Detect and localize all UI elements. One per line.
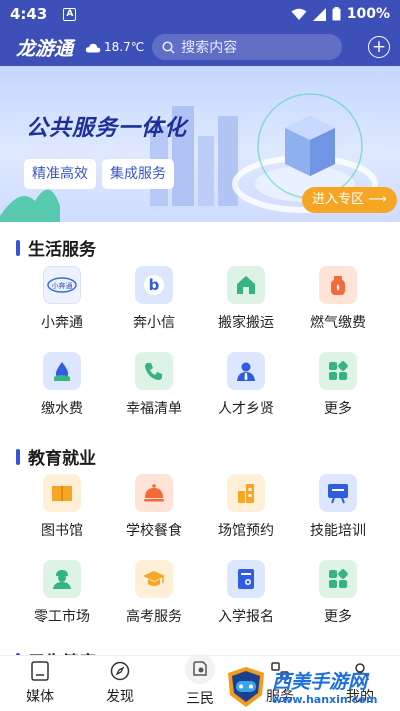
service-library[interactable]: 图书馆 [17, 474, 107, 540]
promo-banner[interactable]: 公共服务一体化 精准高效 集成服务 进入专区 ⟶ [0, 66, 400, 222]
service-school-meals[interactable]: 学校餐食 [109, 474, 199, 540]
media-icon [29, 660, 51, 682]
service-gaokao[interactable]: 高考服务 [109, 560, 199, 626]
service-gas-payment[interactable]: 燃气缴费 [293, 266, 383, 332]
plus-icon: + [371, 36, 387, 57]
temperature: 18.7℃ [104, 40, 145, 54]
service-skill-training[interactable]: 技能培训 [293, 474, 383, 540]
person-icon [227, 352, 265, 390]
app-logo: 龙游通 [16, 37, 74, 60]
nav-media[interactable]: 媒体 [10, 660, 70, 706]
banner-tag: 集成服务 [102, 159, 174, 189]
status-time: 4:43 [10, 5, 48, 23]
notification-icon: A [63, 7, 77, 21]
service-more-education[interactable]: 更多 [293, 560, 383, 626]
grid-more-icon [319, 352, 357, 390]
section-title-life-services: 生活服务 [16, 235, 96, 260]
service-label: 高考服务 [126, 609, 182, 625]
building-icon [227, 474, 265, 512]
grid-more-icon [319, 560, 357, 598]
graduation-cap-icon [135, 560, 173, 598]
app-header: 龙游通 18.7℃ 搜索内容 + [0, 28, 400, 66]
service-xiaobentong[interactable]: 小奔通 小奔通 [17, 266, 107, 332]
battery-percent: 100% [346, 6, 390, 22]
worker-icon [43, 560, 81, 598]
svg-text:b: b [149, 276, 160, 294]
water-drop-icon [43, 352, 81, 390]
banner-title: 公共服务一体化 [26, 116, 188, 141]
service-label: 燃气缴费 [310, 315, 366, 331]
site-watermark: 西美手游网 www.hanxin.com [222, 663, 400, 711]
service-label: 学校餐食 [126, 523, 182, 539]
letter-b-icon: b [135, 266, 173, 304]
enroll-form-icon [227, 560, 265, 598]
book-icon [43, 474, 81, 512]
gamepad-logo-icon [228, 667, 264, 707]
cloche-icon [135, 474, 173, 512]
search-input[interactable]: 搜索内容 [152, 34, 343, 60]
service-water-payment[interactable]: 缴水费 [17, 352, 107, 418]
phone-icon [135, 352, 173, 390]
section-bar [16, 239, 20, 256]
service-label: 图书馆 [41, 523, 83, 539]
sanmin-icon [185, 654, 215, 684]
service-label: 小奔通 [41, 315, 83, 331]
service-label: 更多 [324, 401, 352, 417]
service-label: 更多 [324, 609, 352, 625]
service-benxiaoxin[interactable]: b 奔小信 [109, 266, 199, 332]
service-label: 人才乡贤 [218, 401, 274, 417]
svg-text:小奔通: 小奔通 [52, 281, 73, 290]
service-odd-jobs[interactable]: 零工市场 [17, 560, 107, 626]
banner-tag: 精准高效 [24, 159, 96, 189]
signal-icon [312, 7, 326, 21]
enter-zone-button[interactable]: 进入专区 ⟶ [302, 187, 397, 213]
section-title-education: 教育就业 [16, 444, 96, 469]
board-icon [319, 474, 357, 512]
search-placeholder: 搜索内容 [181, 40, 238, 56]
service-label: 奔小信 [133, 315, 175, 331]
nav-sanmin[interactable]: 三民 [170, 654, 230, 708]
section-bar [16, 448, 20, 465]
gas-tank-icon [319, 266, 357, 304]
section-title-text: 教育就业 [28, 449, 96, 469]
service-happiness-list[interactable]: 幸福清单 [109, 352, 199, 418]
service-talent[interactable]: 人才乡贤 [201, 352, 291, 418]
compass-icon [109, 660, 131, 682]
weather[interactable]: 18.7℃ [85, 40, 144, 54]
search-icon [162, 40, 175, 54]
service-enrollment[interactable]: 入学报名 [201, 560, 291, 626]
nav-label: 媒体 [26, 689, 54, 705]
service-more-life[interactable]: 更多 [293, 352, 383, 418]
service-label: 搬家搬运 [218, 315, 274, 331]
add-button[interactable]: + [368, 36, 390, 58]
cloud-icon [85, 43, 101, 52]
service-moving[interactable]: 搬家搬运 [201, 266, 291, 332]
status-bar: 4:43 A 100% [0, 0, 400, 28]
nav-discover[interactable]: 发现 [90, 660, 150, 706]
service-label: 零工市场 [34, 609, 90, 625]
watermark-url: www.hanxin.com [272, 693, 378, 706]
status-right: 100% [291, 6, 390, 22]
section-title-text: 生活服务 [28, 240, 96, 260]
nav-label: 三民 [186, 691, 214, 707]
watermark-text: 西美手游网 [272, 671, 368, 693]
service-label: 缴水费 [41, 401, 83, 417]
service-label: 幸福清单 [126, 401, 182, 417]
service-label: 技能培训 [310, 523, 366, 539]
service-venue-booking[interactable]: 场馆预约 [201, 474, 291, 540]
nav-label: 发现 [106, 689, 134, 705]
service-label: 场馆预约 [218, 523, 274, 539]
house-icon [227, 266, 265, 304]
battery-icon [332, 7, 341, 21]
service-label: 入学报名 [218, 609, 274, 625]
wifi-icon [291, 8, 307, 20]
xiaoben-logo-icon: 小奔通 [43, 266, 81, 304]
